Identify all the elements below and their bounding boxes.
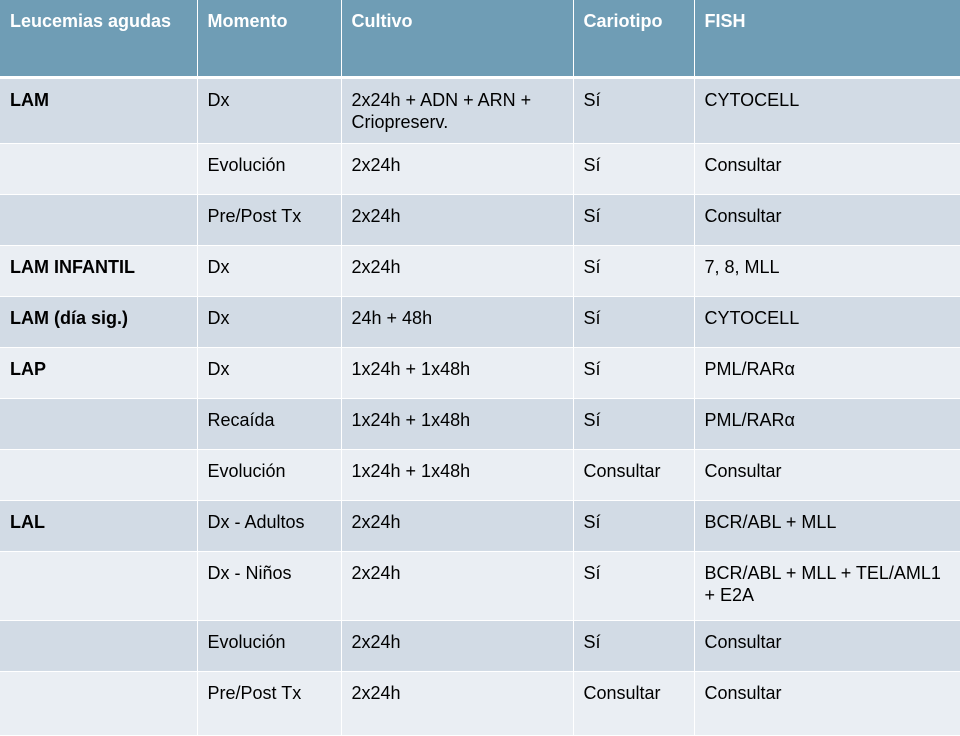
- cell-leucemia: LAP: [0, 347, 197, 398]
- cell-fish: Consultar: [693, 671, 960, 735]
- cell-leucemia: [0, 449, 197, 500]
- cell-leucemia: [0, 194, 197, 245]
- cell-momento: Pre/Post Tx: [196, 671, 341, 735]
- cell-leucemia: [0, 398, 197, 449]
- cell-leucemia: [0, 671, 197, 735]
- table-row: Pre/Post Tx 2x24h Consultar Consultar: [0, 671, 960, 735]
- cell-cultivo: 24h + 48h: [340, 296, 573, 347]
- table-row: Evolución 2x24h Sí Consultar: [0, 620, 960, 671]
- cell-cultivo: 2x24h + ADN + ARN + Criopreserv.: [340, 77, 573, 143]
- table-row: Evolución 2x24h Sí Consultar: [0, 143, 960, 194]
- cell-cultivo: 2x24h: [340, 620, 573, 671]
- cell-momento: Evolución: [196, 143, 341, 194]
- cell-cariotipo: Sí: [572, 296, 694, 347]
- table-row: Pre/Post Tx 2x24h Sí Consultar: [0, 194, 960, 245]
- table-row: LAM Dx 2x24h + ADN + ARN + Criopreserv. …: [0, 77, 960, 143]
- cell-cultivo: 2x24h: [340, 245, 573, 296]
- cell-momento: Dx: [196, 347, 341, 398]
- table-row: LAP Dx 1x24h + 1x48h Sí PML/RARα: [0, 347, 960, 398]
- cell-leucemia: LAL: [0, 500, 197, 551]
- header-cariotipo: Cariotipo: [572, 0, 694, 79]
- cell-cariotipo: Sí: [572, 398, 694, 449]
- cell-fish: BCR/ABL + MLL: [693, 500, 960, 551]
- header-momento: Momento: [196, 0, 341, 79]
- cell-fish: Consultar: [693, 449, 960, 500]
- table-row: Recaída 1x24h + 1x48h Sí PML/RARα: [0, 398, 960, 449]
- cell-cariotipo: Sí: [572, 77, 694, 143]
- cell-cultivo: 1x24h + 1x48h: [340, 398, 573, 449]
- cell-cultivo: 1x24h + 1x48h: [340, 347, 573, 398]
- header-leucemias: Leucemias agudas: [0, 0, 197, 79]
- cell-cultivo: 2x24h: [340, 194, 573, 245]
- cell-fish: Consultar: [693, 143, 960, 194]
- cell-cariotipo: Sí: [572, 143, 694, 194]
- cell-cultivo: 1x24h + 1x48h: [340, 449, 573, 500]
- cell-fish: 7, 8, MLL: [693, 245, 960, 296]
- cell-cultivo: 2x24h: [340, 143, 573, 194]
- cell-cariotipo: Sí: [572, 245, 694, 296]
- cell-cariotipo: Sí: [572, 500, 694, 551]
- cell-cariotipo: Sí: [572, 620, 694, 671]
- cell-leucemia: [0, 143, 197, 194]
- cell-momento: Dx: [196, 77, 341, 143]
- cell-leucemia: [0, 620, 197, 671]
- leukemia-table: Leucemias agudas Momento Cultivo Carioti…: [0, 0, 960, 736]
- cell-momento: Dx: [196, 245, 341, 296]
- cell-cariotipo: Consultar: [572, 671, 694, 735]
- cell-cultivo: 2x24h: [340, 671, 573, 735]
- header-cultivo: Cultivo: [340, 0, 573, 79]
- cell-momento: Evolución: [196, 449, 341, 500]
- table-row: Dx - Niños 2x24h Sí BCR/ABL + MLL + TEL/…: [0, 551, 960, 620]
- cell-fish: BCR/ABL + MLL + TEL/AML1 + E2A: [693, 551, 960, 620]
- cell-cultivo: 2x24h: [340, 500, 573, 551]
- cell-cariotipo: Sí: [572, 551, 694, 620]
- cell-fish: Consultar: [693, 620, 960, 671]
- cell-cultivo: 2x24h: [340, 551, 573, 620]
- table-row: LAM (día sig.) Dx 24h + 48h Sí CYTOCELL: [0, 296, 960, 347]
- cell-momento: Dx - Adultos: [196, 500, 341, 551]
- cell-momento: Dx - Niños: [196, 551, 341, 620]
- cell-cariotipo: Consultar: [572, 449, 694, 500]
- table-row: LAM INFANTIL Dx 2x24h Sí 7, 8, MLL: [0, 245, 960, 296]
- cell-fish: PML/RARα: [693, 347, 960, 398]
- cell-momento: Dx: [196, 296, 341, 347]
- cell-cariotipo: Sí: [572, 347, 694, 398]
- cell-leucemia: LAM: [0, 77, 197, 143]
- cell-fish: CYTOCELL: [693, 77, 960, 143]
- table-row: LAL Dx - Adultos 2x24h Sí BCR/ABL + MLL: [0, 500, 960, 551]
- cell-momento: Recaída: [196, 398, 341, 449]
- header-fish: FISH: [693, 0, 960, 79]
- table-row: Evolución 1x24h + 1x48h Consultar Consul…: [0, 449, 960, 500]
- cell-leucemia: [0, 551, 197, 620]
- cell-cariotipo: Sí: [572, 194, 694, 245]
- cell-fish: Consultar: [693, 194, 960, 245]
- cell-fish: CYTOCELL: [693, 296, 960, 347]
- cell-leucemia: LAM INFANTIL: [0, 245, 197, 296]
- cell-leucemia: LAM (día sig.): [0, 296, 197, 347]
- cell-momento: Evolución: [196, 620, 341, 671]
- header-row: Leucemias agudas Momento Cultivo Carioti…: [0, 0, 960, 79]
- cell-momento: Pre/Post Tx: [196, 194, 341, 245]
- cell-fish: PML/RARα: [693, 398, 960, 449]
